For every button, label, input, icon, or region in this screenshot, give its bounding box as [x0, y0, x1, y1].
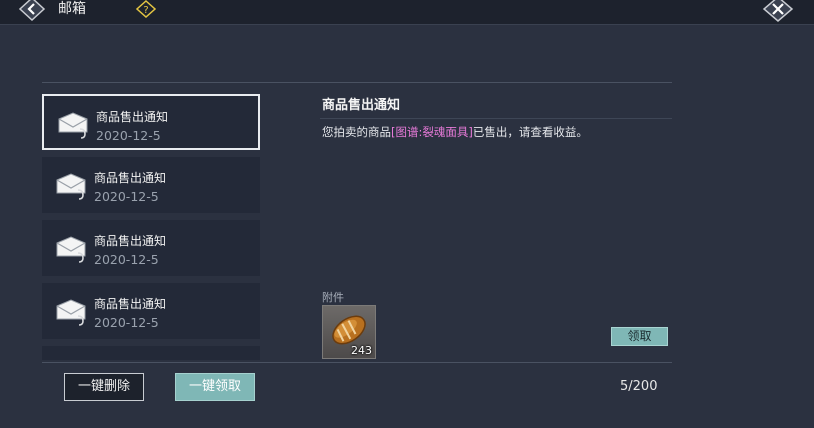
body-prefix: 您拍卖的商品	[322, 125, 391, 139]
top-bar: 邮箱 ?	[0, 0, 814, 25]
mail-envelope-icon	[56, 173, 86, 200]
mail-item[interactable]: 商品售出通知 2020-12-5	[42, 220, 260, 276]
mail-envelope-icon	[56, 299, 86, 326]
mail-item-title: 商品售出通知	[94, 171, 167, 185]
mail-count: 5/200	[620, 379, 658, 394]
content-divider-bottom	[42, 362, 672, 363]
mail-item-date: 2020-12-5	[94, 189, 159, 204]
mail-item-title: 商品售出通知	[94, 234, 167, 248]
mail-item-selected[interactable]: 商品售出通知 2020-12-5	[42, 94, 260, 150]
mail-detail-body: 您拍卖的商品[图谱:裂魂面具]已售出，请查看收益。	[322, 124, 588, 140]
claim-button[interactable]: 领取	[611, 327, 668, 346]
mail-envelope-icon	[56, 236, 86, 263]
svg-text:?: ?	[143, 5, 148, 16]
mail-list[interactable]: 商品售出通知 2020-12-5 商品售出通知 2020-12-5 商品售出通知…	[42, 94, 260, 360]
mail-item-title: 商品售出通知	[94, 297, 167, 311]
attachment-label: 附件	[322, 291, 344, 304]
attachment-item[interactable]: 243	[322, 305, 376, 359]
mail-item[interactable]: 商品售出通知 2020-12-5	[42, 283, 260, 339]
back-button[interactable]	[18, 0, 46, 21]
chevron-left-icon	[18, 0, 46, 21]
mail-item-title: 商品售出通知	[96, 110, 169, 124]
attachment-quantity: 243	[351, 344, 372, 357]
delete-all-button[interactable]: 一键删除	[64, 373, 144, 401]
mail-item-date: 2020-12-5	[94, 315, 159, 330]
claim-all-button[interactable]: 一键领取	[175, 373, 255, 401]
mail-detail-title: 商品售出通知	[322, 98, 401, 113]
item-link[interactable]: [图谱:裂魂面具]	[391, 125, 473, 139]
mail-item-date: 2020-12-5	[96, 128, 161, 143]
mail-item-partial[interactable]	[42, 346, 260, 360]
detail-divider	[320, 118, 672, 119]
content-divider-top	[42, 82, 672, 83]
page-title: 邮箱	[58, 1, 86, 17]
body-suffix: 已售出，请查看收益。	[472, 125, 588, 139]
question-icon[interactable]: ?	[136, 0, 156, 18]
close-icon[interactable]	[762, 0, 794, 22]
mail-envelope-icon	[58, 112, 88, 139]
mail-item[interactable]: 商品售出通知 2020-12-5	[42, 157, 260, 213]
mail-item-date: 2020-12-5	[94, 252, 159, 267]
